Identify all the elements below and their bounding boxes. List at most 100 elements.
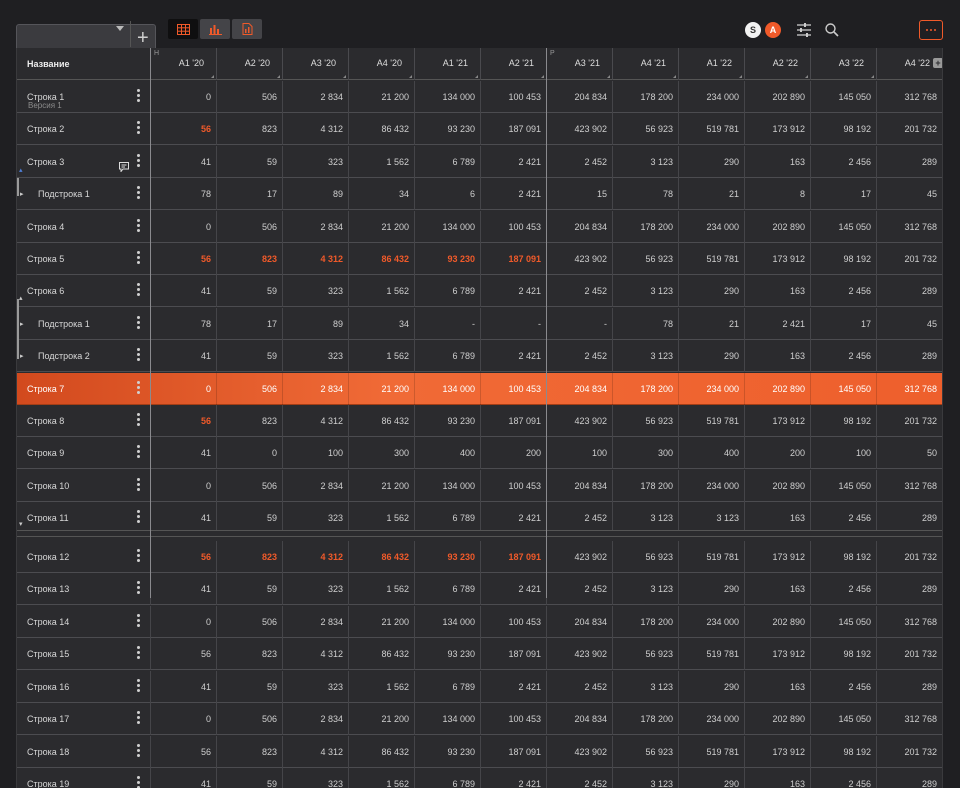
table-cell[interactable]: 93 230 <box>414 540 480 573</box>
sliders-icon[interactable] <box>795 21 813 39</box>
table-cell[interactable]: 173 912 <box>744 540 810 573</box>
table-cell[interactable]: 519 781 <box>678 405 744 437</box>
table-cell[interactable]: 323 <box>282 145 348 178</box>
table-row[interactable]: Подстрока 1 ▸ 78 17 89 34 6 2 421 15 78 21 8 17 45 <box>17 178 942 211</box>
table-cell[interactable]: 56 <box>150 113 216 146</box>
row-menu-icon[interactable] <box>137 510 140 524</box>
table-cell[interactable]: 323 <box>282 768 348 788</box>
table-cell[interactable]: 6 789 <box>414 145 480 178</box>
table-cell[interactable]: 98 192 <box>810 540 876 573</box>
table-cell[interactable]: 134 000 <box>414 703 480 736</box>
table-cell[interactable]: 100 453 <box>480 703 546 736</box>
table-cell[interactable]: 187 091 <box>480 113 546 146</box>
table-cell[interactable]: 98 192 <box>810 405 876 437</box>
table-cell[interactable]: 2 834 <box>282 81 348 113</box>
table-cell[interactable]: 86 432 <box>348 540 414 573</box>
table-cell[interactable]: 93 230 <box>414 638 480 671</box>
table-cell[interactable]: 204 834 <box>546 372 612 405</box>
table-cell[interactable]: 98 192 <box>810 735 876 768</box>
table-cell[interactable]: 2 456 <box>810 145 876 178</box>
table-cell[interactable]: 98 192 <box>810 243 876 275</box>
row-menu-icon[interactable] <box>137 315 140 329</box>
table-cell[interactable]: 823 <box>216 735 282 768</box>
table-cell[interactable]: 202 890 <box>744 81 810 113</box>
table-cell[interactable]: 823 <box>216 405 282 437</box>
table-cell[interactable]: 823 <box>216 243 282 275</box>
table-cell[interactable]: 6 <box>414 178 480 211</box>
table-cell[interactable]: 41 <box>150 437 216 470</box>
table-cell[interactable]: 100 453 <box>480 605 546 638</box>
table-cell[interactable]: 173 912 <box>744 638 810 671</box>
table-cell[interactable]: 0 <box>150 605 216 638</box>
table-cell[interactable]: 86 432 <box>348 735 414 768</box>
table-cell[interactable]: 400 <box>414 437 480 470</box>
table-cell[interactable]: 300 <box>348 437 414 470</box>
table-cell[interactable]: 17 <box>216 307 282 340</box>
table-cell[interactable]: 41 <box>150 768 216 788</box>
table-cell[interactable]: 2 456 <box>810 573 876 606</box>
table-cell[interactable]: 145 050 <box>810 81 876 113</box>
table-cell[interactable]: 178 200 <box>612 605 678 638</box>
table-cell[interactable]: 56 923 <box>612 638 678 671</box>
table-cell[interactable]: 2 452 <box>546 340 612 373</box>
row-menu-icon[interactable] <box>137 711 140 725</box>
table-cell[interactable]: 202 890 <box>744 605 810 638</box>
table-cell[interactable]: 86 432 <box>348 243 414 275</box>
table-row[interactable]: Подстрока 2 ▸ 41 59 323 1 562 6 789 2 421 2 452 3… <box>17 340 942 373</box>
table-cell[interactable]: 34 <box>348 178 414 211</box>
table-cell[interactable]: 0 <box>150 703 216 736</box>
table-cell[interactable]: 89 <box>282 307 348 340</box>
table-row[interactable]: Строка 16 41 59 323 1 562 6 789 2 421 2 452 3 12… <box>17 670 942 703</box>
report-view-button[interactable] <box>232 19 262 39</box>
table-cell[interactable]: 423 902 <box>546 735 612 768</box>
table-cell[interactable]: 201 732 <box>876 540 942 573</box>
table-cell[interactable]: 289 <box>876 275 942 308</box>
table-cell[interactable]: 21 200 <box>348 81 414 113</box>
resize-handle-icon[interactable] <box>277 75 280 78</box>
search-icon[interactable] <box>823 21 841 39</box>
table-cell[interactable]: 98 192 <box>810 638 876 671</box>
table-cell[interactable]: 98 192 <box>810 113 876 146</box>
table-cell[interactable]: 100 453 <box>480 469 546 502</box>
table-cell[interactable]: 3 123 <box>612 670 678 703</box>
table-cell[interactable]: 8 <box>744 178 810 211</box>
column-header[interactable]: A4 '21 <box>612 48 678 80</box>
table-cell[interactable]: 2 421 <box>480 670 546 703</box>
table-cell[interactable]: 41 <box>150 275 216 308</box>
table-cell[interactable]: 300 <box>612 437 678 470</box>
row-menu-icon[interactable] <box>137 743 140 757</box>
table-cell[interactable]: 178 200 <box>612 703 678 736</box>
row-menu-icon[interactable] <box>137 445 140 459</box>
table-cell[interactable]: 78 <box>612 178 678 211</box>
resize-handle-icon[interactable] <box>673 75 676 78</box>
table-row[interactable]: Строка 14 0 506 2 834 21 200 134 000 100 453 20… <box>17 605 942 638</box>
table-cell[interactable]: 423 902 <box>546 638 612 671</box>
table-cell[interactable]: 2 834 <box>282 372 348 405</box>
row-menu-icon[interactable] <box>137 380 140 394</box>
table-cell[interactable]: 21 200 <box>348 469 414 502</box>
table-cell[interactable]: 4 312 <box>282 735 348 768</box>
table-cell[interactable]: 93 230 <box>414 243 480 275</box>
table-cell[interactable]: 15 <box>546 178 612 211</box>
table-cell[interactable]: 2 834 <box>282 469 348 502</box>
table-row[interactable]: Строка 1 Версия 1 0 506 2 834 21 200 134 000 10… <box>17 81 942 113</box>
table-cell[interactable]: 2 456 <box>810 768 876 788</box>
row-menu-icon[interactable] <box>137 413 140 426</box>
table-cell[interactable]: 289 <box>876 768 942 788</box>
table-cell[interactable]: 2 421 <box>480 340 546 373</box>
table-cell[interactable]: 41 <box>150 340 216 373</box>
table-cell[interactable]: 86 432 <box>348 638 414 671</box>
more-button[interactable] <box>919 20 943 40</box>
row-menu-icon[interactable] <box>137 218 140 232</box>
row-menu-icon[interactable] <box>137 283 140 297</box>
table-cell[interactable]: 86 432 <box>348 405 414 437</box>
table-view-button[interactable] <box>168 19 198 39</box>
resize-handle-icon[interactable] <box>343 75 346 78</box>
table-row[interactable]: Строка 15 56 823 4 312 86 432 93 230 187 091 42… <box>17 638 942 671</box>
table-row[interactable]: Строка 19 41 59 323 1 562 6 789 2 421 2 452 3 12… <box>17 768 942 788</box>
table-cell[interactable]: 6 789 <box>414 670 480 703</box>
row-menu-icon[interactable] <box>137 186 140 200</box>
table-cell[interactable]: 519 781 <box>678 113 744 146</box>
freeze-divider[interactable] <box>17 530 942 537</box>
table-cell[interactable]: 1 562 <box>348 768 414 788</box>
